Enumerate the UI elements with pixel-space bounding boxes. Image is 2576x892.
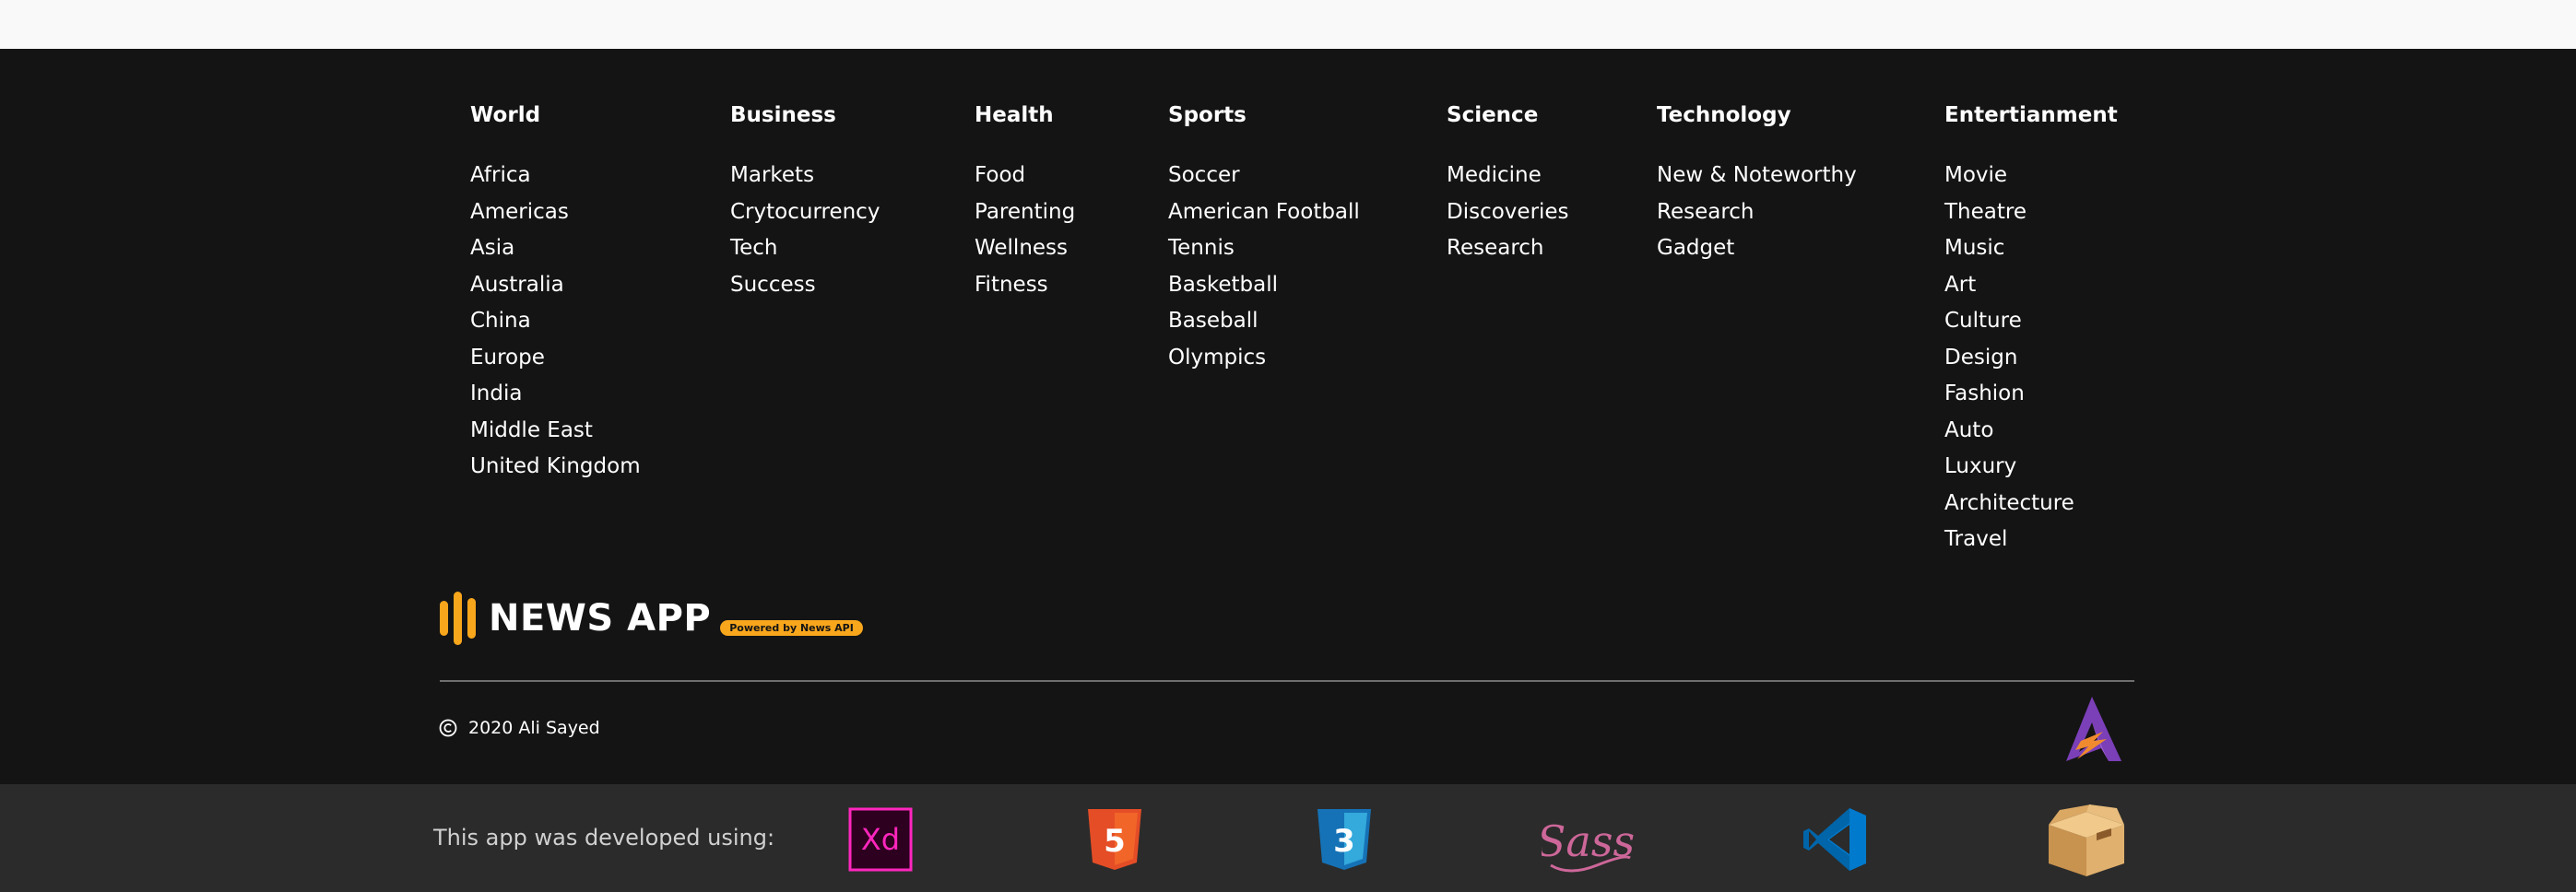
footer-link[interactable]: American Football xyxy=(1168,194,1360,231)
footer-link[interactable]: Travel xyxy=(1944,522,2118,558)
footer-link[interactable]: Australia xyxy=(470,267,641,304)
footer-column-business: Business Markets Crytocurrency Tech Succ… xyxy=(730,100,880,303)
creator-logo-a-icon[interactable] xyxy=(2061,695,2123,763)
tools-bar: This app was developed using: Xd 5 3 Sas… xyxy=(0,784,2576,892)
column-heading[interactable]: Technology xyxy=(1657,100,1857,130)
column-links: Food Parenting Wellness Fitness xyxy=(975,158,1075,303)
footer-column-sports: Sports Soccer American Football Tennis B… xyxy=(1168,100,1360,376)
footer-link[interactable]: Music xyxy=(1944,230,2118,267)
footer-link[interactable]: New & Noteworthy xyxy=(1657,158,1857,194)
powered-by-badge: Powered by News API xyxy=(720,619,863,636)
footer-link[interactable]: Discoveries xyxy=(1447,194,1569,231)
footer-link[interactable]: Baseball xyxy=(1168,303,1360,340)
brand-logo-icon xyxy=(440,592,476,645)
column-heading[interactable]: Health xyxy=(975,100,1075,130)
column-heading[interactable]: Science xyxy=(1447,100,1569,130)
footer-link[interactable]: Wellness xyxy=(975,230,1075,267)
footer-column-technology: Technology New & Noteworthy Research Gad… xyxy=(1657,100,1857,267)
site-footer: World Africa Americas Asia Australia Chi… xyxy=(0,49,2576,784)
footer-column-science: Science Medicine Discoveries Research xyxy=(1447,100,1569,267)
footer-link[interactable]: Luxury xyxy=(1944,449,2118,486)
footer-link[interactable]: Europe xyxy=(470,340,641,377)
column-links: Medicine Discoveries Research xyxy=(1447,158,1569,267)
svg-text:Xd: Xd xyxy=(861,822,900,857)
footer-brand[interactable]: NEWS APP Powered by News API xyxy=(440,592,863,645)
footer-link[interactable]: Crytocurrency xyxy=(730,194,880,231)
adobe-xd-icon: Xd xyxy=(848,807,913,872)
footer-link[interactable]: China xyxy=(470,303,641,340)
column-links: Markets Crytocurrency Tech Success xyxy=(730,158,880,303)
column-links: Africa Americas Asia Australia China Eur… xyxy=(470,158,641,486)
footer-link[interactable]: United Kingdom xyxy=(470,449,641,486)
footer-link[interactable]: Culture xyxy=(1944,303,2118,340)
column-heading[interactable]: Entertianment xyxy=(1944,100,2118,130)
footer-link[interactable]: Medicine xyxy=(1447,158,1569,194)
footer-link[interactable]: Art xyxy=(1944,267,2118,304)
footer-link[interactable]: India xyxy=(470,376,641,413)
column-heading[interactable]: Sports xyxy=(1168,100,1360,130)
footer-link[interactable]: Architecture xyxy=(1944,486,2118,522)
column-links: Soccer American Football Tennis Basketba… xyxy=(1168,158,1360,376)
footer-link[interactable]: Tennis xyxy=(1168,230,1360,267)
column-heading[interactable]: World xyxy=(470,100,641,130)
copyright-text: 2020 Ali Sayed xyxy=(468,718,600,738)
svg-text:5: 5 xyxy=(1104,823,1126,860)
footer-link[interactable]: Asia xyxy=(470,230,641,267)
footer-column-health: Health Food Parenting Wellness Fitness xyxy=(975,100,1075,303)
page-top-strip xyxy=(0,0,2576,49)
footer-link[interactable]: Auto xyxy=(1944,413,2118,450)
footer-link[interactable]: Design xyxy=(1944,340,2118,377)
footer-link[interactable]: Research xyxy=(1657,194,1857,231)
footer-link[interactable]: Soccer xyxy=(1168,158,1360,194)
column-links: Movie Theatre Music Art Culture Design F… xyxy=(1944,158,2118,558)
footer-link[interactable]: Movie xyxy=(1944,158,2118,194)
footer-link[interactable]: Fashion xyxy=(1944,376,2118,413)
footer-link[interactable]: Africa xyxy=(470,158,641,194)
footer-link[interactable]: Theatre xyxy=(1944,194,2118,231)
footer-link[interactable]: Markets xyxy=(730,158,880,194)
footer-link[interactable]: Americas xyxy=(470,194,641,231)
footer-link[interactable]: Fitness xyxy=(975,267,1075,304)
html5-icon: 5 xyxy=(1088,809,1141,870)
footer-link[interactable]: Parenting xyxy=(975,194,1075,231)
footer-link[interactable]: Basketball xyxy=(1168,267,1360,304)
css3-icon: 3 xyxy=(1318,809,1371,870)
vscode-icon xyxy=(1803,808,1866,871)
sass-icon: Sass xyxy=(1542,816,1634,873)
footer-column-world: World Africa Americas Asia Australia Chi… xyxy=(470,100,641,486)
brand-name: NEWS APP xyxy=(489,597,712,640)
parcel-box-icon xyxy=(2049,804,2124,876)
footer-link[interactable]: Tech xyxy=(730,230,880,267)
footer-link[interactable]: Middle East xyxy=(470,413,641,450)
footer-link[interactable]: Olympics xyxy=(1168,340,1360,377)
svg-text:3: 3 xyxy=(1333,823,1355,860)
footer-link[interactable]: Research xyxy=(1447,230,1569,267)
tools-label: This app was developed using: xyxy=(433,825,775,851)
footer-link[interactable]: Gadget xyxy=(1657,230,1857,267)
column-links: New & Noteworthy Research Gadget xyxy=(1657,158,1857,267)
column-heading[interactable]: Business xyxy=(730,100,880,130)
footer-link[interactable]: Food xyxy=(975,158,1075,194)
footer-column-entertainment: Entertianment Movie Theatre Music Art Cu… xyxy=(1944,100,2118,558)
footer-divider xyxy=(440,680,2134,682)
copyright-icon xyxy=(439,719,457,737)
footer-link[interactable]: Success xyxy=(730,267,880,304)
copyright: 2020 Ali Sayed xyxy=(439,718,600,738)
